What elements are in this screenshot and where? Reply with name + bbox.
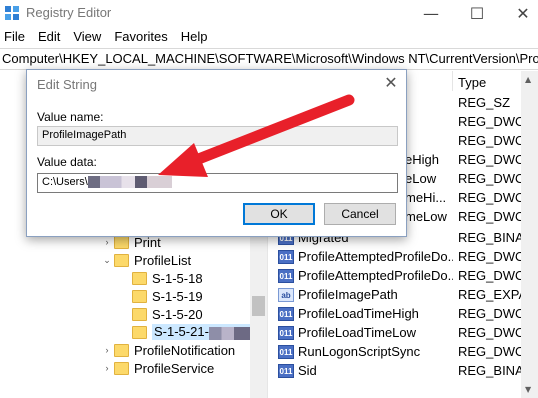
binary-value-icon: 011 (278, 364, 294, 378)
tree-item-s-1-5-19[interactable]: S-1-5-19 (118, 287, 203, 305)
title-bar: Registry Editor — ☐ ✕ (0, 0, 538, 26)
dialog-close-button[interactable]: ✕ (381, 73, 401, 93)
folder-icon (132, 271, 147, 285)
list-item[interactable]: 011 Sid REG_BINARY (274, 362, 528, 380)
list-item[interactable]: 011 ProfileLoadTimeHigh REG_DWORD (274, 305, 528, 323)
binary-value-icon: 011 (278, 345, 294, 359)
tree-item-label: S-1-5-18 (152, 270, 203, 286)
folder-icon (114, 235, 129, 249)
scrollbar-thumb[interactable] (252, 296, 265, 316)
close-button[interactable]: ✕ (500, 0, 538, 26)
folder-icon (132, 307, 147, 321)
minimize-button[interactable]: — (408, 0, 454, 26)
chevron-right-icon[interactable]: › (100, 345, 114, 355)
list-item[interactable]: 011 ProfileLoadTimeLow REG_DWORD (274, 324, 528, 342)
window-title: Registry Editor (26, 5, 112, 20)
menu-file[interactable]: File (0, 27, 25, 47)
dialog-title: Edit String (37, 77, 97, 92)
maximize-button[interactable]: ☐ (454, 0, 500, 26)
value-name-label: Value name: (37, 110, 104, 124)
chevron-right-icon[interactable]: › (100, 237, 114, 247)
menu-favorites[interactable]: Favorites (110, 27, 167, 47)
tree-item-label: ProfileNotification (134, 342, 236, 358)
tree-item-s-1-5-20[interactable]: S-1-5-20 (118, 305, 203, 323)
binary-value-icon: 011 (278, 326, 294, 340)
scroll-down-icon[interactable]: ▼ (525, 385, 531, 394)
address-bar[interactable]: Computer\HKEY_LOCAL_MACHINE\SOFTWARE\Mic… (0, 48, 538, 70)
menu-help[interactable]: Help (177, 27, 208, 47)
menu-view[interactable]: View (69, 27, 101, 47)
binary-value-icon: 011 (278, 250, 294, 264)
tree-item-s-1-5-18[interactable]: S-1-5-18 (118, 269, 203, 287)
list-item[interactable]: ab ProfileImagePath REG_EXPAND (274, 286, 528, 304)
value-name-field[interactable]: ProfileImagePath (37, 126, 398, 146)
tree-item-label: ProfileService (134, 360, 215, 376)
tree-item-s-1-5-21[interactable]: S-1-5-21- (118, 323, 253, 341)
value-data-label: Value data: (37, 155, 97, 169)
column-header-type[interactable]: Type (458, 75, 486, 90)
tree-item-profileservice[interactable]: › ProfileService (100, 359, 215, 377)
tree-item-label: ProfileList (134, 252, 192, 268)
folder-icon (114, 343, 129, 357)
tree-item-label: S-1-5-19 (152, 288, 203, 304)
list-item[interactable]: 011 ProfileAttemptedProfileDo... REG_DWO… (274, 267, 528, 285)
edit-string-dialog: Edit String ✕ Value name: ProfileImagePa… (26, 69, 407, 237)
tree-item-label: S-1-5-20 (152, 306, 203, 322)
folder-icon (114, 253, 129, 267)
registry-editor-icon (5, 6, 19, 20)
folder-icon (114, 361, 129, 375)
scroll-up-icon[interactable]: ▲ (525, 75, 531, 84)
ok-button[interactable]: OK (243, 203, 315, 225)
column-separator[interactable] (452, 71, 453, 91)
redacted-block (87, 176, 172, 189)
tree-item-label: S-1-5-21- (152, 324, 253, 340)
list-item[interactable]: 011 ProfileAttemptedProfileDo... REG_DWO… (274, 248, 528, 266)
chevron-down-icon[interactable]: ⌄ (100, 255, 114, 266)
values-scrollbar[interactable]: ▲ ▼ (521, 71, 538, 398)
menu-bar: File Edit View Favorites Help (0, 27, 538, 47)
string-value-icon: ab (278, 288, 294, 302)
binary-value-icon: 011 (278, 269, 294, 283)
list-item[interactable]: 011 RunLogonScriptSync REG_DWORD (274, 343, 528, 361)
cancel-button[interactable]: Cancel (324, 203, 396, 225)
redacted-block (208, 326, 251, 340)
tree-item-profilelist[interactable]: ⌄ ProfileList (100, 251, 191, 269)
tree-item-profilenotification[interactable]: › ProfileNotification (100, 341, 236, 359)
value-data-text: C:\Users\ (42, 176, 88, 188)
menu-edit[interactable]: Edit (34, 27, 60, 47)
folder-icon (132, 289, 147, 303)
binary-value-icon: 011 (278, 307, 294, 321)
chevron-right-icon[interactable]: › (100, 363, 114, 373)
value-data-field[interactable]: C:\Users\ (37, 173, 398, 193)
folder-icon (132, 325, 147, 339)
